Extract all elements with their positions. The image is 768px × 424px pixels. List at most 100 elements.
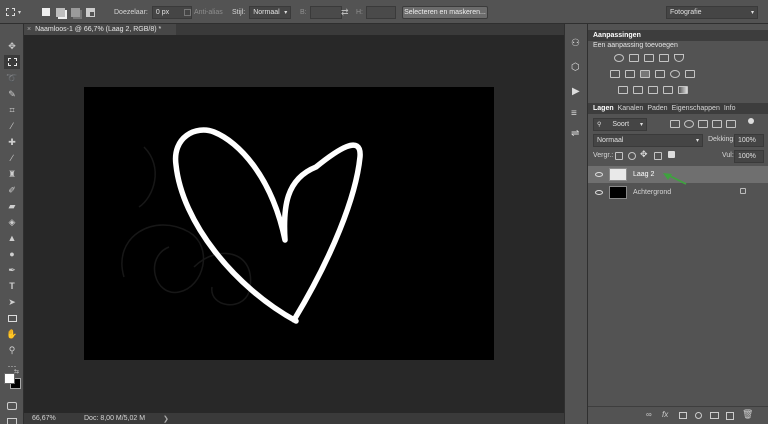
posterize-adjustment-icon[interactable] — [633, 86, 643, 94]
opacity-input[interactable]: 100% — [734, 134, 764, 147]
lock-artboard-icon[interactable] — [654, 152, 662, 160]
rectangle-tool-icon[interactable] — [4, 311, 20, 325]
history-brush-tool-icon[interactable]: ✐ — [4, 183, 20, 197]
width-input[interactable] — [309, 5, 342, 19]
blend-mode-select[interactable]: Normaal ▾ — [593, 134, 703, 147]
doc-size-readout: Doc: 8,00 M/5,02 M — [84, 415, 146, 422]
invert-adjustment-icon[interactable] — [618, 86, 628, 94]
paint-bucket-tool-icon[interactable]: ◈ — [4, 215, 20, 229]
rectangular-marquee-tool-icon[interactable] — [4, 55, 20, 69]
add-selection-icon[interactable] — [56, 7, 65, 17]
visibility-eye-icon[interactable] — [595, 190, 603, 195]
selective-color-adjustment-icon[interactable] — [678, 86, 688, 94]
zoom-tool-icon[interactable]: ⚲ — [4, 343, 20, 357]
vibrance-adjustment-icon[interactable] — [674, 54, 684, 62]
type-tool-icon[interactable]: T — [4, 279, 20, 293]
gradient-map-adjustment-icon[interactable] — [663, 86, 673, 94]
black-white-adjustment-icon[interactable] — [640, 70, 650, 78]
3d-panel-icon[interactable]: ⬡ — [571, 62, 583, 74]
swap-dimensions-button[interactable]: ⇄ — [341, 0, 349, 24]
layer-style-fx-icon[interactable]: fx — [662, 410, 668, 419]
height-input[interactable] — [366, 5, 396, 19]
curves-adjustment-icon[interactable] — [644, 54, 654, 62]
adjustments-subtitle: Een aanpassing toevoegen — [593, 42, 678, 49]
photo-filter-adjustment-icon[interactable] — [655, 70, 665, 78]
heart-artwork — [121, 127, 363, 324]
tool-preset-picker[interactable]: ▾ — [6, 0, 21, 24]
levels-adjustment-icon[interactable] — [629, 54, 639, 62]
filter-pixel-icon[interactable] — [670, 120, 680, 128]
adjustments-tab[interactable]: Aanpassingen — [593, 32, 641, 39]
color-lookup-adjustment-icon[interactable] — [685, 70, 695, 78]
width-control: B: — [300, 0, 342, 24]
filter-adjustment-icon[interactable] — [684, 120, 694, 128]
layers-panel-footer: ∞ fx 🗑 — [588, 406, 768, 424]
pen-tool-icon[interactable]: ✒ — [4, 263, 20, 277]
add-mask-icon[interactable] — [679, 412, 687, 419]
actions-play-icon[interactable]: ▶ — [572, 86, 584, 98]
visibility-eye-icon[interactable] — [595, 172, 603, 177]
filter-smart-object-icon[interactable] — [726, 120, 736, 128]
tab-layers[interactable]: Lagen — [593, 105, 614, 112]
antialias-label: Anti-alias — [194, 8, 223, 16]
document-canvas[interactable] — [84, 87, 494, 360]
brush-tool-icon[interactable]: ∕ — [4, 151, 20, 165]
new-layer-icon[interactable] — [726, 412, 734, 420]
tab-paths[interactable]: Paden — [647, 105, 667, 112]
channel-mixer-adjustment-icon[interactable] — [670, 70, 680, 78]
threshold-adjustment-icon[interactable] — [648, 86, 658, 94]
crop-tool-icon[interactable]: ⌗ — [4, 103, 20, 117]
quick-mask-icon[interactable] — [4, 399, 20, 413]
tab-info[interactable]: Info — [724, 105, 736, 112]
properties-panel-icon[interactable]: ⇌ — [571, 128, 583, 140]
zoom-readout[interactable]: 66,67% — [32, 415, 56, 422]
move-tool-icon[interactable]: ✥ — [4, 39, 20, 53]
healing-brush-tool-icon[interactable]: ✚ — [4, 135, 20, 149]
libraries-panel-icon[interactable]: ≡ — [571, 108, 583, 120]
lock-all-icon[interactable] — [668, 151, 675, 158]
hand-tool-icon[interactable]: ✋ — [4, 327, 20, 341]
quick-selection-tool-icon[interactable]: ✎ — [4, 87, 20, 101]
blur-tool-icon[interactable]: ▲ — [4, 231, 20, 245]
select-and-mask-button[interactable]: Selecteren en maskeren... — [402, 5, 488, 19]
workspace-select[interactable]: Fotografie ▾ — [666, 5, 758, 19]
new-group-icon[interactable] — [710, 412, 719, 419]
intersect-selection-icon[interactable] — [86, 7, 95, 17]
document-tab[interactable]: × Naamloos-1 @ 66,7% (Laag 2, RGB/8) * — [24, 24, 176, 35]
close-tab-icon[interactable]: × — [27, 26, 31, 33]
status-menu-arrow-icon[interactable]: ❯ — [163, 415, 169, 423]
tab-properties[interactable]: Eigenschappen — [672, 105, 720, 112]
screen-mode-icon[interactable] — [4, 414, 20, 424]
filter-shape-icon[interactable] — [712, 120, 722, 128]
path-selection-tool-icon[interactable]: ➤ — [4, 295, 20, 309]
style-select[interactable]: Normaal ▾ — [249, 5, 292, 19]
layer-row-achtergrond[interactable]: Achtergrond — [588, 184, 768, 201]
link-layers-icon[interactable]: ∞ — [646, 410, 652, 419]
lock-position-icon[interactable]: ✥ — [640, 149, 648, 160]
filter-toggle-icon[interactable] — [748, 118, 754, 124]
subtract-selection-icon[interactable] — [71, 7, 80, 17]
lasso-tool-icon[interactable]: ➰ — [4, 71, 20, 85]
eraser-tool-icon[interactable]: ▰ — [4, 199, 20, 213]
clone-stamp-tool-icon[interactable]: ♜ — [4, 167, 20, 181]
history-panel-icon[interactable]: ⚇ — [571, 38, 583, 50]
new-adjustment-layer-icon[interactable] — [695, 412, 702, 419]
delete-layer-icon[interactable]: 🗑 — [742, 409, 753, 420]
tab-channels[interactable]: Kanalen — [618, 105, 644, 112]
lock-transparency-icon[interactable] — [615, 152, 623, 160]
fill-input[interactable]: 100% — [734, 150, 764, 163]
marquee-icon — [6, 8, 15, 16]
color-balance-adjustment-icon[interactable] — [625, 70, 635, 78]
brightness-adjustment-icon[interactable] — [614, 54, 624, 62]
exposure-adjustment-icon[interactable] — [659, 54, 669, 62]
hue-saturation-adjustment-icon[interactable] — [610, 70, 620, 78]
lock-pixels-icon[interactable] — [628, 152, 636, 160]
foreground-color-swatch[interactable] — [4, 373, 15, 384]
new-selection-icon[interactable] — [42, 8, 50, 16]
eyedropper-tool-icon[interactable]: ⁄ — [4, 119, 20, 133]
filter-type-icon[interactable] — [698, 120, 708, 128]
dodge-tool-icon[interactable]: ● — [4, 247, 20, 261]
antialias-checkbox[interactable] — [184, 8, 191, 16]
layer-filter-select[interactable]: ⚲ Soort ▾ — [593, 118, 647, 131]
fill-label: Vul: — [722, 152, 734, 159]
